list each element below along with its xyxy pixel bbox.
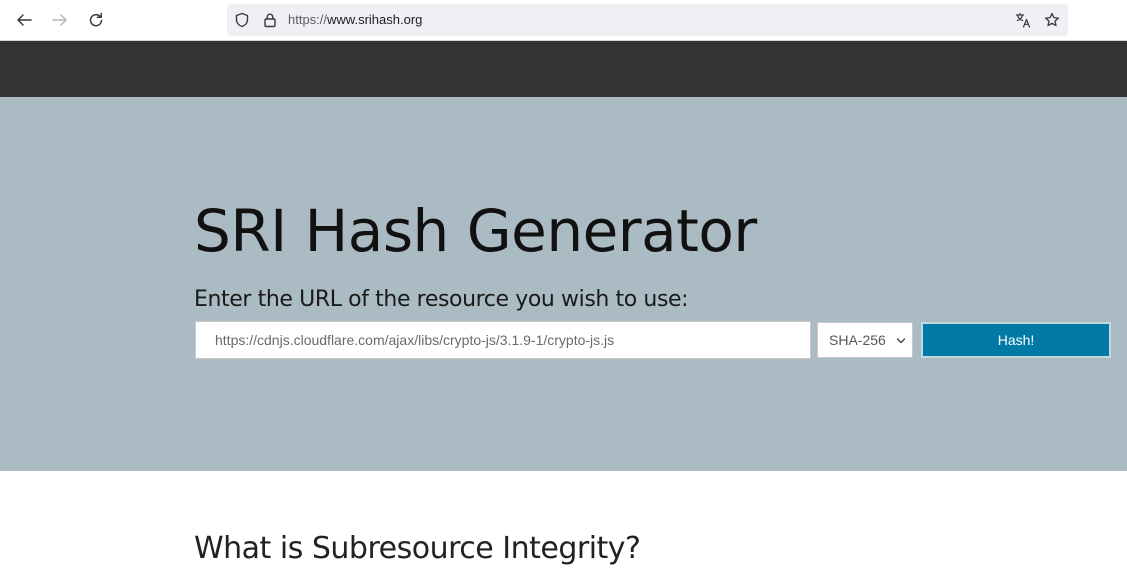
url-prompt-label: Enter the URL of the resource you wish t… — [194, 287, 689, 312]
resource-url-input[interactable] — [195, 321, 811, 359]
forward-button[interactable] — [48, 8, 72, 32]
reload-button[interactable] — [84, 8, 108, 32]
address-bar[interactable]: https://www.srihash.org — [227, 4, 1068, 36]
hash-button[interactable]: Hash! — [921, 322, 1111, 358]
page-title: SRI Hash Generator — [194, 197, 757, 265]
browser-toolbar: https://www.srihash.org — [0, 0, 1127, 41]
lock-icon[interactable] — [262, 12, 278, 28]
forward-arrow-icon — [52, 14, 67, 26]
shield-icon[interactable] — [234, 12, 250, 28]
sri-section-heading: What is Subresource Integrity? — [194, 531, 641, 566]
star-icon[interactable] — [1044, 12, 1060, 28]
url-text[interactable]: https://www.srihash.org — [288, 12, 422, 28]
chevron-down-icon — [896, 338, 906, 344]
hero-section: SRI Hash Generator Enter the URL of the … — [0, 97, 1127, 471]
translate-icon[interactable] — [1015, 12, 1031, 28]
url-host: www.srihash.org — [327, 12, 423, 27]
back-arrow-icon — [17, 14, 32, 26]
url-scheme: https:// — [288, 12, 328, 27]
site-nav-bar — [0, 41, 1127, 97]
selected-algorithm: SHA-256 — [829, 332, 886, 348]
back-button[interactable] — [12, 8, 36, 32]
hash-algorithm-select[interactable]: SHA-256 — [817, 322, 913, 358]
reload-icon — [89, 12, 103, 27]
